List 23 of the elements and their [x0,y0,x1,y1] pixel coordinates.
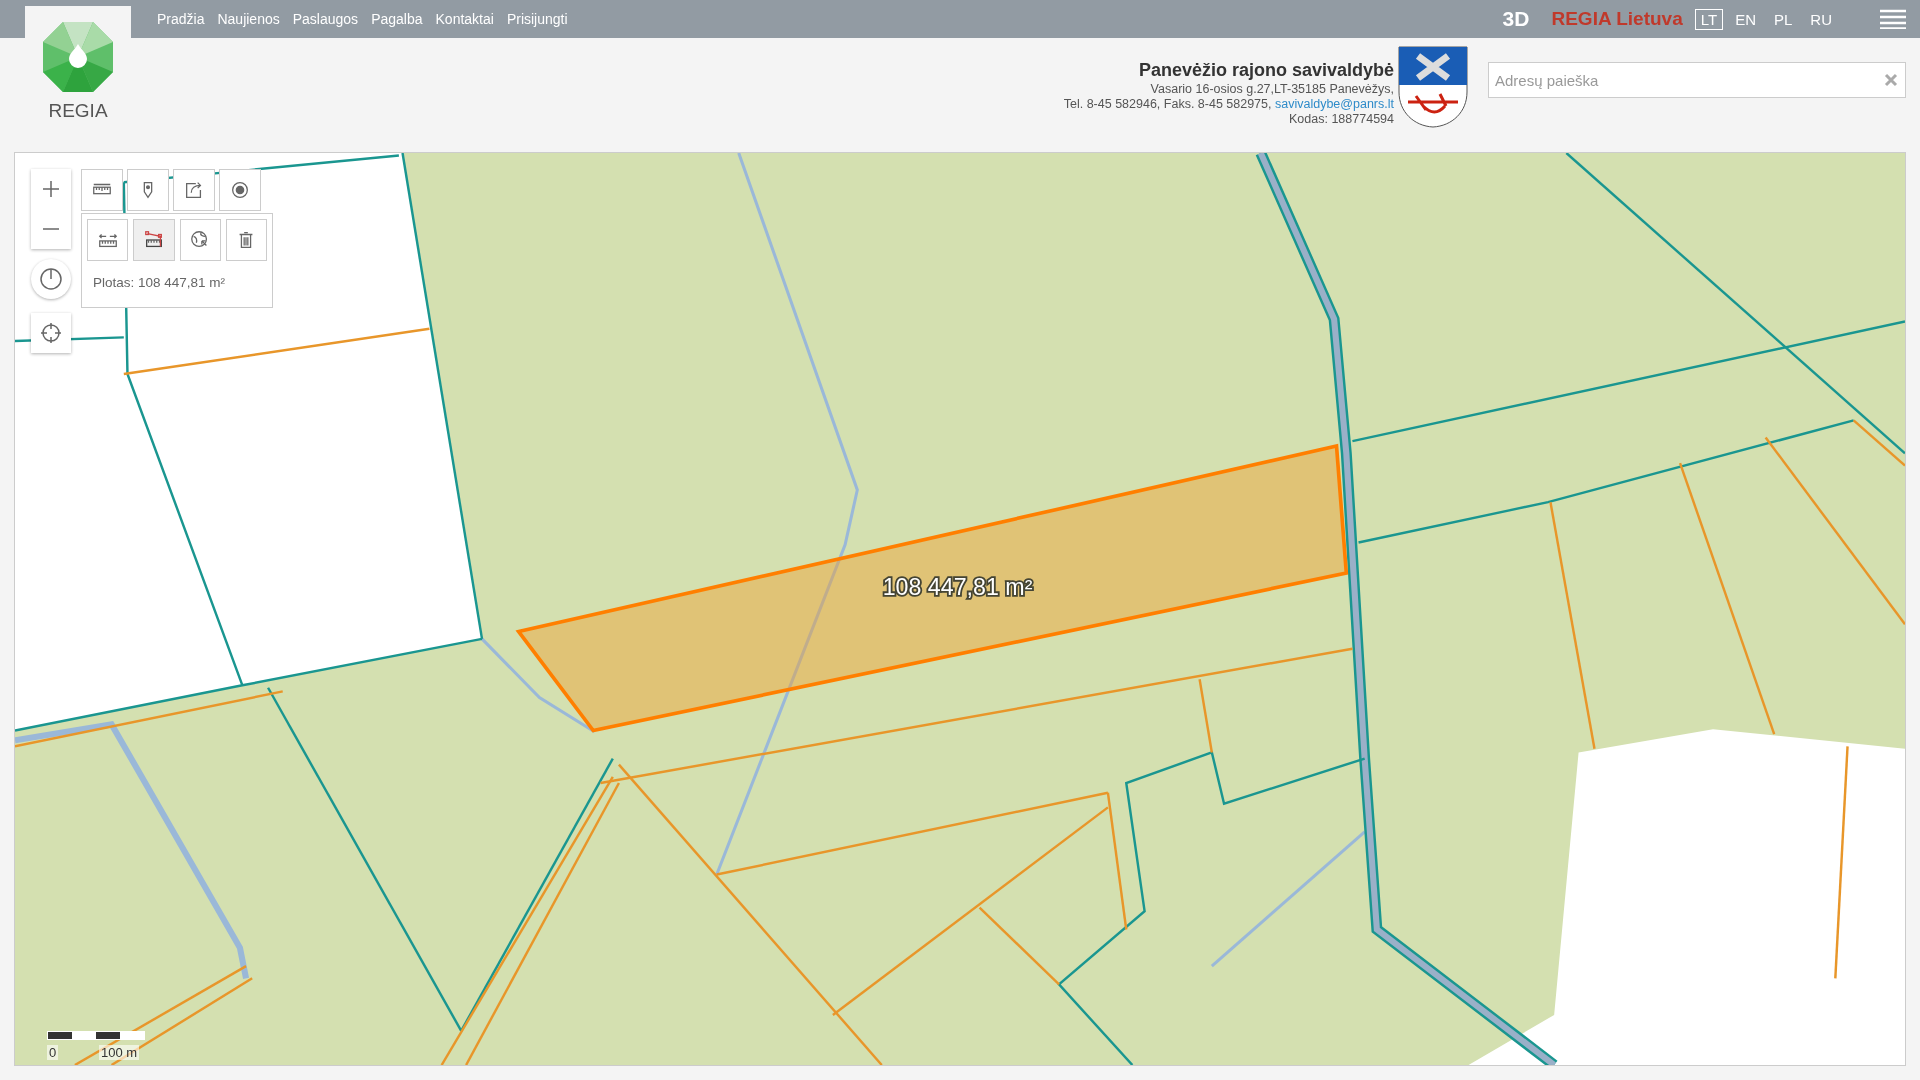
measure-result: Plotas: 108 447,81 m² [93,275,227,290]
language-option[interactable]: PL [1767,8,1799,30]
logo-text: REGIA [48,100,108,122]
nav-link[interactable]: Paslaugos [292,11,359,27]
email-link[interactable]: savivaldybe@panrs.lt [1275,97,1394,111]
language-option[interactable]: EN [1729,8,1762,30]
scale-label: 0 [47,1045,59,1060]
nav-link[interactable]: Kontaktai [435,11,494,27]
address-text: Vasario 16-osios g.27,LT-35185 Panevėžys, [1149,82,1394,97]
address-search-field[interactable]: Adresų paieška [1488,62,1906,98]
scale-label: 100 m [99,1045,140,1060]
language-option[interactable]: LT [1694,8,1724,30]
brand-link[interactable]: REGIA Lietuva [1551,8,1683,30]
nav-link[interactable]: Pradžia [157,11,205,27]
phone-text: Tel. 8-45 582946, Faks. 8-45 582975, [1063,97,1272,111]
municipality-name: Panevėžio rajono savivaldybė [1137,59,1394,82]
nav-link[interactable]: Prisijungti [506,11,568,27]
area-label: 108 447,81 m² [882,573,1033,600]
language-option[interactable]: RU [1804,8,1838,30]
nav-link[interactable]: Naujienos [217,11,280,27]
code-text: Kodas: 188774594 [1288,112,1394,127]
nav-link[interactable]: Pagalba [371,11,423,27]
3d-toggle[interactable]: 3D [1502,7,1530,31]
